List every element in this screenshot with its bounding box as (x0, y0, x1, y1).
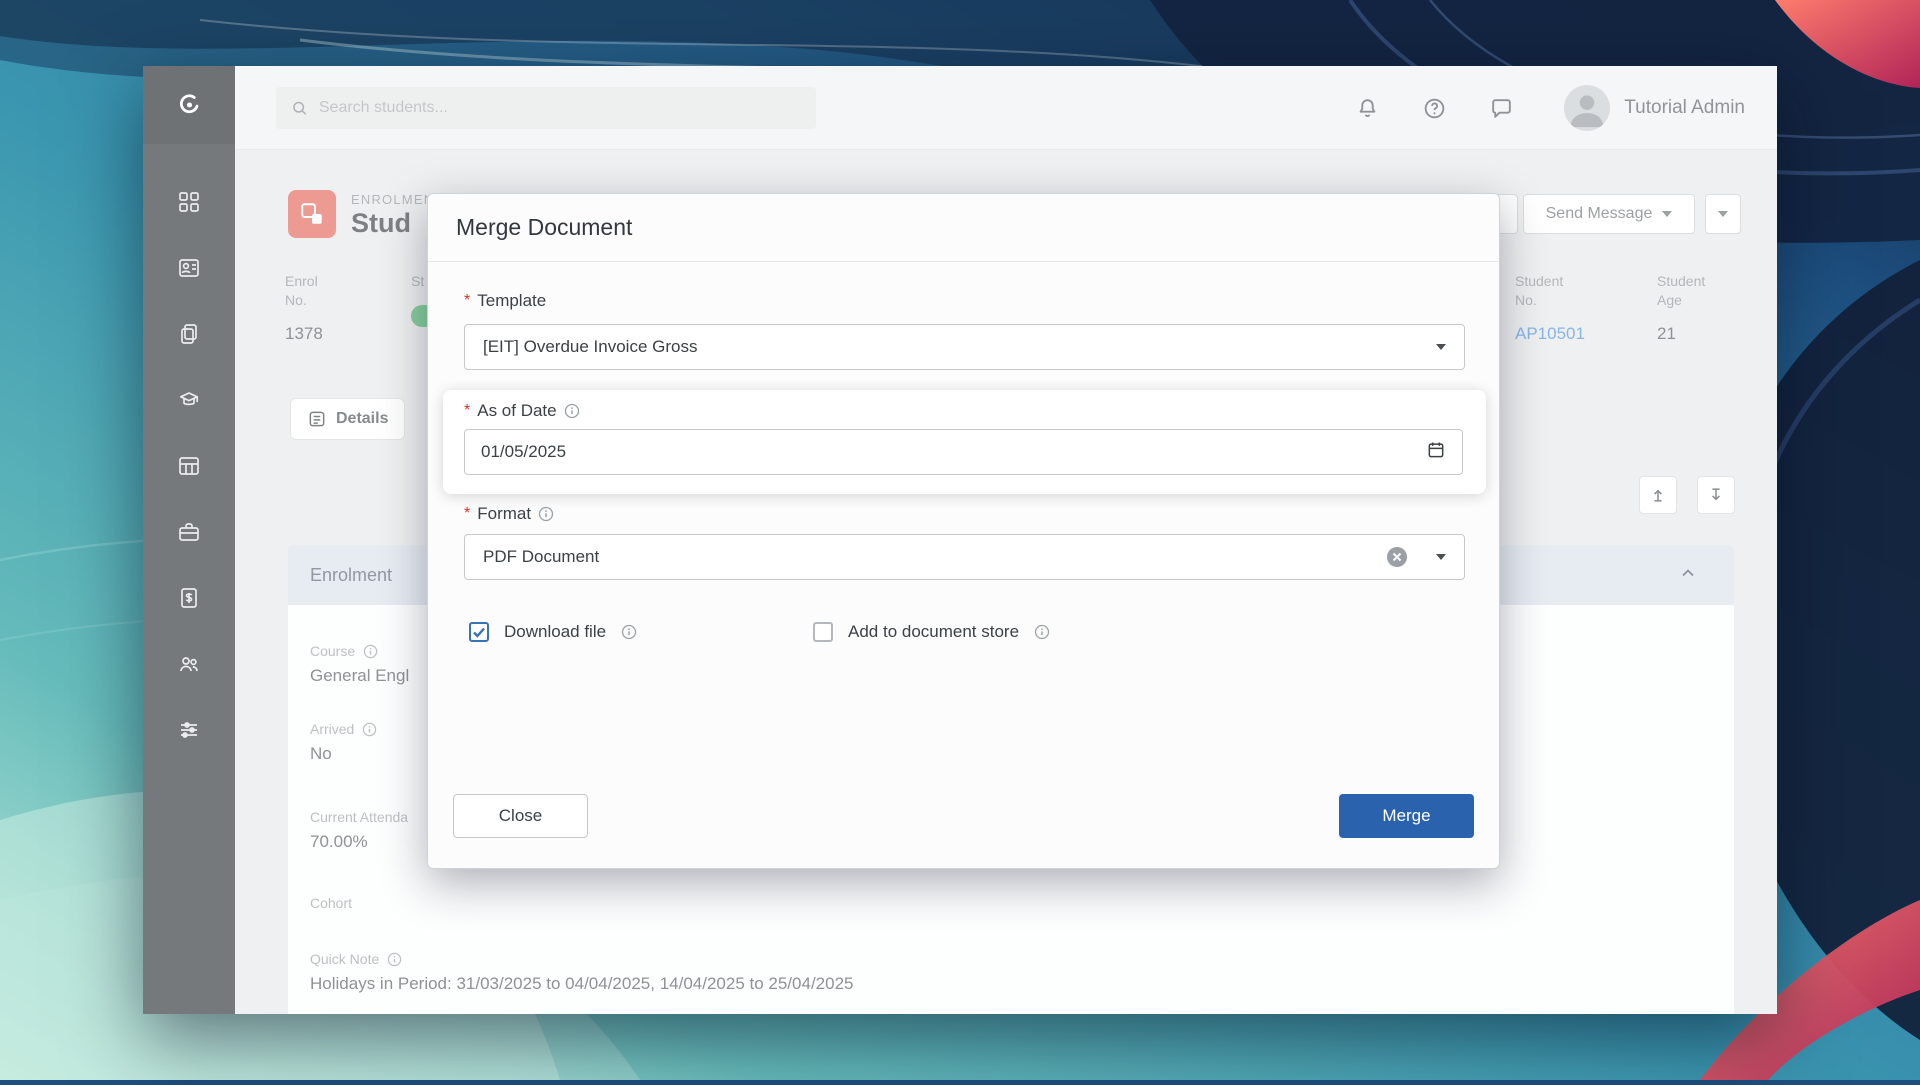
info-icon (621, 624, 637, 640)
required-asterisk: * (464, 505, 470, 523)
merge-document-dialog: Merge Document * Template [EIT] Overdue … (427, 193, 1500, 869)
calendar-icon[interactable] (1426, 440, 1446, 465)
dialog-header: Merge Document (428, 194, 1499, 262)
required-asterisk: * (464, 402, 470, 420)
check-icon (472, 625, 486, 639)
template-label: * Template (464, 291, 546, 311)
template-value: [EIT] Overdue Invoice Gross (483, 337, 697, 357)
as-of-date-value: 01/05/2025 (481, 442, 566, 462)
format-value: PDF Document (483, 547, 599, 567)
close-button[interactable]: Close (453, 794, 588, 838)
add-to-store-label: Add to document store (848, 622, 1019, 642)
download-file-option: Download file (469, 622, 637, 642)
info-icon (564, 403, 580, 419)
as-of-date-label: * As of Date (464, 401, 580, 421)
dialog-title: Merge Document (456, 214, 632, 241)
as-of-date-input[interactable]: 01/05/2025 (464, 429, 1463, 475)
chevron-down-icon (1436, 554, 1446, 560)
info-icon (1034, 624, 1050, 640)
info-icon (538, 506, 554, 522)
download-file-checkbox[interactable] (469, 622, 489, 642)
add-to-store-checkbox[interactable] (813, 622, 833, 642)
tour-highlight: * As of Date 01/05/2025 (443, 390, 1486, 494)
clear-icon[interactable] (1386, 546, 1408, 568)
add-to-store-option: Add to document store (813, 622, 1050, 642)
format-label: * Format (464, 504, 554, 524)
chevron-down-icon (1436, 344, 1446, 350)
required-asterisk: * (464, 292, 470, 310)
merge-button[interactable]: Merge (1339, 794, 1474, 838)
template-select[interactable]: [EIT] Overdue Invoice Gross (464, 324, 1465, 370)
download-file-label: Download file (504, 622, 606, 642)
format-select[interactable]: PDF Document (464, 534, 1465, 580)
